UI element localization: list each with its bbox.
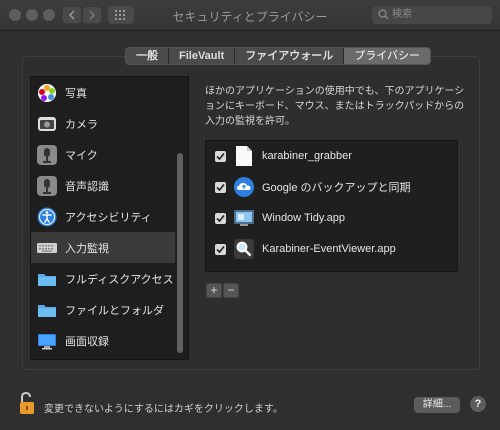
checkmark-icon bbox=[216, 183, 225, 191]
tab-firewall[interactable]: ファイアウォール bbox=[235, 48, 345, 64]
checkmark-icon bbox=[216, 214, 225, 222]
app-row[interactable]: Window Tidy.app bbox=[206, 203, 457, 233]
input-monitoring-description: ほかのアプリケーションの使用中でも、下のアプリケーションにキーボード、マウス、ま… bbox=[205, 86, 465, 127]
display-icon bbox=[38, 333, 56, 349]
app-row[interactable]: Google のバックアップと同期 bbox=[206, 172, 457, 202]
accessibility-icon bbox=[37, 207, 57, 226]
cloud-upload-icon bbox=[234, 177, 254, 197]
remove-app-button[interactable]: − bbox=[223, 283, 239, 298]
sidebar-item-label: 入力監視 bbox=[65, 242, 109, 255]
app-checkbox[interactable] bbox=[215, 181, 226, 193]
sidebar-item-label: 写真 bbox=[65, 87, 87, 100]
tab-filevault[interactable]: FileVault bbox=[169, 48, 236, 64]
allowed-apps-list[interactable]: karabiner_grabber Google のバックアップと同期 Wind… bbox=[205, 140, 458, 272]
sidebar-item-photos[interactable]: 写真 bbox=[31, 77, 175, 108]
add-app-button[interactable]: + bbox=[206, 283, 222, 298]
app-name: Karabiner-EventViewer.app bbox=[262, 243, 396, 255]
help-button[interactable]: ? bbox=[470, 396, 486, 412]
sidebar-item-screen-recording[interactable]: 画面収録 bbox=[31, 325, 175, 356]
camera-icon bbox=[38, 116, 56, 131]
photos-icon bbox=[38, 83, 56, 102]
sidebar-item-label: 音声認識 bbox=[65, 180, 109, 193]
sidebar-item-microphone[interactable]: マイク bbox=[31, 139, 175, 170]
document-icon bbox=[234, 146, 254, 166]
window-tidy-icon bbox=[234, 208, 254, 228]
app-name: Google のバックアップと同期 bbox=[262, 182, 411, 194]
sidebar-item-label: カメラ bbox=[65, 118, 98, 131]
checkmark-icon bbox=[216, 152, 225, 160]
sidebar-item-files-and-folders[interactable]: ファイルとフォルダ bbox=[31, 294, 175, 325]
sidebar-item-label: 画面収録 bbox=[65, 335, 109, 348]
folder-icon bbox=[38, 273, 56, 286]
tab-privacy[interactable]: プライバシー bbox=[344, 48, 431, 64]
app-name: Window Tidy.app bbox=[262, 212, 345, 224]
sidebar-item-full-disk-access[interactable]: フルディスクアクセス bbox=[31, 263, 175, 294]
sidebar-item-label: フルディスクアクセス bbox=[65, 273, 174, 286]
folder-icon bbox=[38, 304, 56, 317]
title-bar: セキュリティとプライバシー 検索 bbox=[0, 0, 500, 31]
magnifier-icon bbox=[234, 239, 254, 259]
speech-recognition-icon bbox=[37, 175, 57, 196]
microphone-icon bbox=[37, 144, 57, 165]
advanced-button[interactable]: 詳細... bbox=[414, 397, 460, 413]
app-checkbox[interactable] bbox=[215, 212, 226, 224]
preferences-window: セキュリティとプライバシー 検索 一般 FileVault ファイアウォール プ… bbox=[0, 0, 500, 430]
app-checkbox[interactable] bbox=[215, 150, 226, 162]
tab-bar: 一般 FileVault ファイアウォール プライバシー bbox=[125, 47, 432, 65]
sidebar-item-accessibility[interactable]: アクセシビリティ bbox=[31, 201, 175, 232]
app-name: karabiner_grabber bbox=[262, 150, 352, 162]
search-field[interactable]: 検索 bbox=[372, 6, 492, 24]
tab-general[interactable]: 一般 bbox=[126, 48, 169, 64]
app-row[interactable]: Karabiner-EventViewer.app bbox=[206, 234, 457, 264]
unlocked-padlock-icon bbox=[20, 391, 34, 414]
lock-instruction-text: 変更できないようにするにはカギをクリックします。 bbox=[44, 404, 283, 415]
sidebar-item-label: ファイルとフォルダ bbox=[65, 304, 164, 317]
checkmark-icon bbox=[216, 245, 225, 253]
search-placeholder: 検索 bbox=[392, 9, 412, 20]
search-icon bbox=[378, 9, 389, 20]
app-checkbox[interactable] bbox=[215, 243, 226, 255]
sidebar-item-speech-recognition[interactable]: 音声認識 bbox=[31, 170, 175, 201]
app-row[interactable]: karabiner_grabber bbox=[206, 141, 457, 171]
sidebar-item-label: アクセシビリティ bbox=[65, 211, 152, 224]
sidebar-item-input-monitoring[interactable]: 入力監視 bbox=[31, 232, 175, 263]
sidebar-scrollbar[interactable] bbox=[177, 153, 183, 353]
privacy-category-list[interactable]: 写真 カメラ マイク 音声認識 アクセシビリティ 入力監視 フルディスクアクセス… bbox=[30, 76, 189, 360]
sidebar-item-label: マイク bbox=[65, 149, 98, 162]
lock-button[interactable] bbox=[18, 391, 38, 421]
sidebar-item-camera[interactable]: カメラ bbox=[31, 108, 175, 139]
keyboard-icon bbox=[37, 242, 57, 253]
